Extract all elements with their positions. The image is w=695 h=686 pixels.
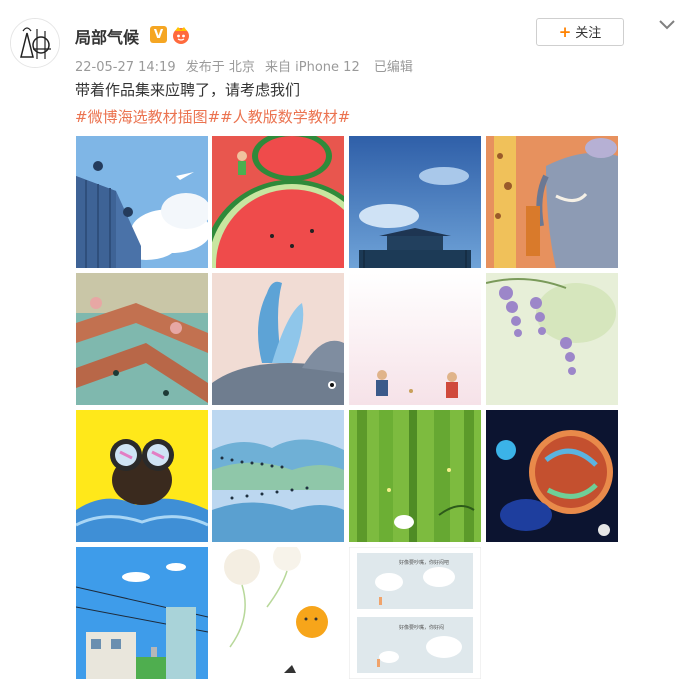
follow-label: 关注	[575, 26, 602, 41]
membership-crown-icon	[171, 25, 191, 45]
watermelon-illustration	[212, 136, 344, 268]
image-thumbnail[interactable]: 好像要吵嘴，你好闷吧 好像要吵嘴，你好闷	[349, 547, 481, 679]
hashtags: #微博海选教材插图##人教版数学教材#	[75, 106, 350, 127]
bamboo-forest-illustration	[349, 410, 481, 542]
image-thumbnail[interactable]	[349, 136, 481, 268]
wisteria-illustration	[486, 273, 618, 405]
hashtag-link[interactable]: #微博海选教材插图#	[75, 108, 220, 126]
image-thumbnail[interactable]	[76, 273, 208, 405]
birds-mountains-illustration	[212, 410, 344, 542]
image-thumbnail[interactable]	[486, 136, 618, 268]
dandelion-chick-illustration	[212, 547, 344, 679]
image-thumbnail[interactable]	[486, 273, 618, 405]
follow-button[interactable]: + 关注	[536, 18, 624, 46]
post-time[interactable]: 22-05-27 14:19	[75, 60, 176, 75]
palace-sky-illustration	[349, 136, 481, 268]
image-thumbnail[interactable]	[486, 410, 618, 542]
user-avatar[interactable]	[10, 18, 60, 68]
post-source: 来自 iPhone 12	[265, 60, 360, 75]
edited-label[interactable]: 已编辑	[374, 60, 413, 75]
image-thumbnail[interactable]	[212, 273, 344, 405]
chevron-down-icon[interactable]	[658, 16, 676, 34]
post-location: 发布于 北京	[185, 60, 255, 75]
image-thumbnail[interactable]	[212, 547, 344, 679]
dark-planet-illustration	[486, 410, 618, 542]
comic-caption-top: 好像要吵嘴，你好闷吧	[399, 559, 449, 566]
whale-spout-illustration	[212, 273, 344, 405]
building-sky-illustration	[76, 136, 208, 268]
post-text: 带着作品集来应聘了，请考虑我们	[75, 81, 301, 99]
image-thumbnail[interactable]	[76, 410, 208, 542]
giraffe-elephant-illustration	[486, 136, 618, 268]
hashtag-link[interactable]: #人教版数学教材#	[220, 108, 350, 126]
image-thumbnail[interactable]	[76, 136, 208, 268]
image-thumbnail[interactable]	[212, 410, 344, 542]
image-thumbnail[interactable]	[349, 410, 481, 542]
comic-caption-bottom: 好像要吵嘴，你好闷	[399, 624, 444, 631]
image-thumbnail[interactable]	[76, 547, 208, 679]
bridge-path-illustration	[76, 273, 208, 405]
username[interactable]: 局部气候	[75, 24, 139, 48]
comic-clouds-illustration: 好像要吵嘴，你好闷吧 好像要吵嘴，你好闷	[349, 547, 481, 679]
plus-icon: +	[558, 23, 572, 41]
weibo-post-card: 局部气候 V 22-05-27 14:19 发布于 北京 来自 iPhone 1…	[0, 0, 695, 686]
post-meta: 22-05-27 14:19 发布于 北京 来自 iPhone 12 已编辑	[75, 56, 419, 75]
binoculars-illustration	[76, 410, 208, 542]
vip-badge-icon: V	[150, 26, 167, 43]
city-skyline-illustration	[76, 547, 208, 679]
two-figures-illustration	[349, 273, 481, 405]
image-thumbnail[interactable]	[212, 136, 344, 268]
image-thumbnail[interactable]	[349, 273, 481, 405]
